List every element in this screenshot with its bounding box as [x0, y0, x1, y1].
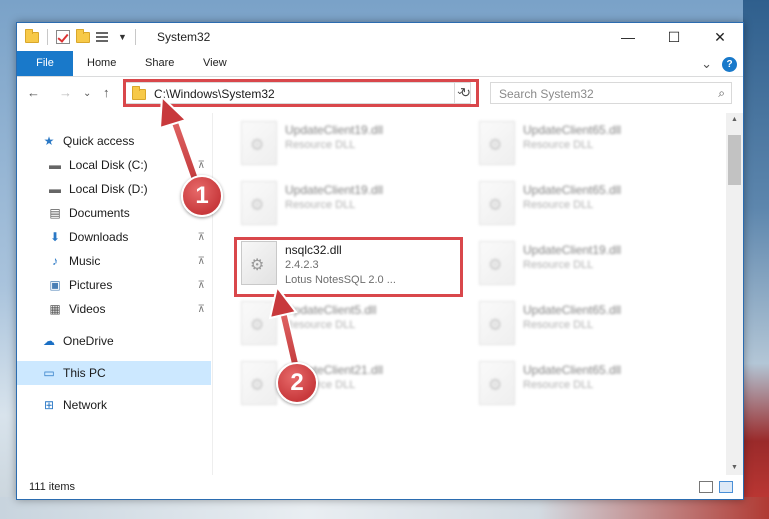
arrow-to-file — [268, 284, 301, 370]
step-marker-2: 2 — [276, 362, 318, 404]
arrow-to-address — [158, 94, 201, 184]
annotation-arrows — [158, 94, 301, 370]
step-marker-1: 1 — [181, 175, 223, 217]
